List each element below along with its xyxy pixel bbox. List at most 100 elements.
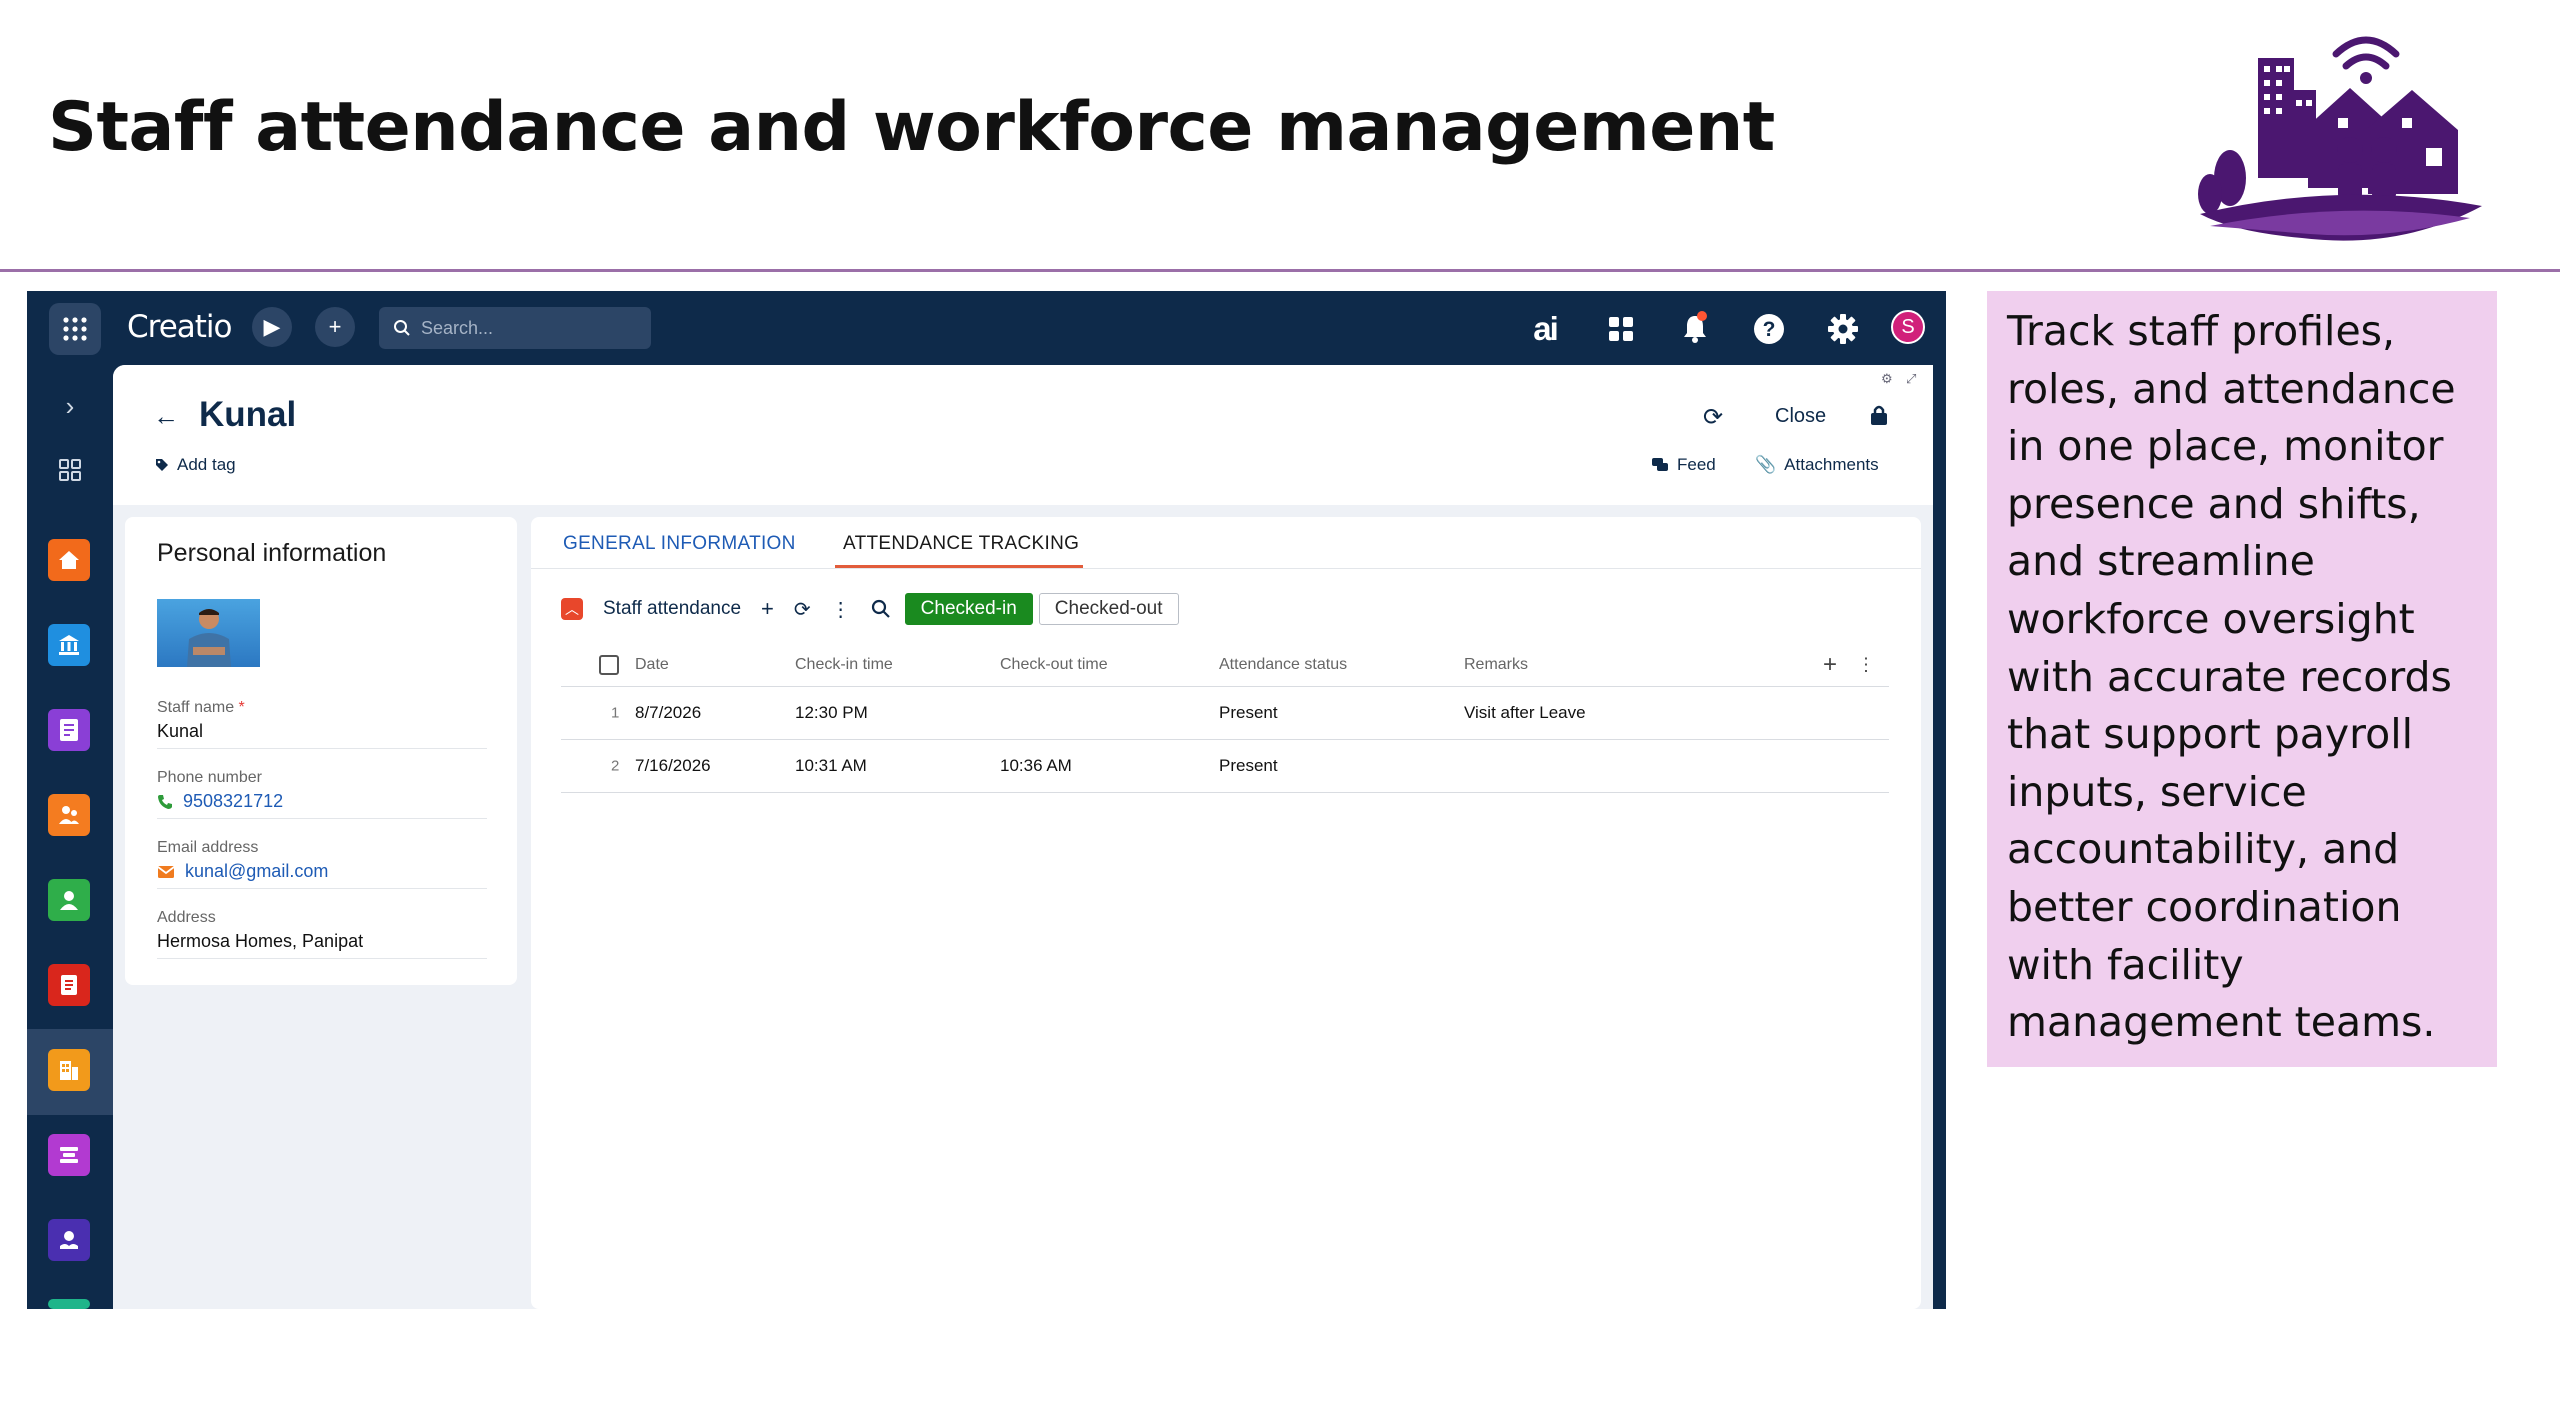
feed-label: Feed — [1677, 455, 1716, 474]
add-tag-button[interactable]: Add tag — [155, 455, 236, 475]
row-number: 1 — [611, 704, 620, 722]
grid-menu-icon[interactable]: ⋮ — [1857, 654, 1875, 675]
nav-documents[interactable] — [48, 964, 90, 1006]
email-icon[interactable] — [157, 865, 175, 879]
cell-status: Present — [1219, 756, 1278, 775]
nav-more[interactable] — [48, 1299, 90, 1309]
phone-field[interactable]: Phone number 9508321712 — [157, 769, 487, 819]
notification-badge — [1697, 311, 1707, 321]
expand-icon[interactable]: ⤢ — [1906, 371, 1916, 387]
staff-name-label: Staff name — [157, 699, 235, 716]
staff-photo-image — [187, 609, 231, 667]
staff-name-field[interactable]: Staff name * Kunal — [157, 699, 487, 749]
chevron-right-icon: › — [65, 390, 75, 421]
table-row[interactable]: 2 7/16/2026 10:31 AM 10:36 AM Present — [561, 740, 1889, 793]
ai-assistant-button[interactable]: ai — [1525, 309, 1565, 349]
main-content: ⚙ ⤢ ← Kunal Add tag ⟳ Close Feed 📎 Attac… — [113, 365, 1933, 1309]
details-card: GENERAL INFORMATION ATTENDANCE TRACKING … — [531, 517, 1921, 1309]
nav-forms[interactable] — [48, 709, 90, 751]
record-title: Kunal — [199, 395, 297, 434]
create-button[interactable]: + — [315, 307, 355, 347]
brand-logo[interactable]: Creatio — [127, 309, 233, 345]
attendance-detail-title: Staff attendance — [603, 598, 742, 619]
select-all-checkbox[interactable] — [599, 654, 619, 675]
tab-attendance-tracking[interactable]: ATTENDANCE TRACKING — [843, 533, 1079, 555]
email-value-wrap: kunal@gmail.com — [157, 861, 487, 882]
help-icon: ? — [1754, 314, 1784, 344]
cell-date: 7/16/2026 — [635, 756, 711, 775]
nav-staff[interactable] — [48, 1049, 90, 1091]
column-check-in-time[interactable]: Check-in time — [795, 656, 893, 674]
personal-info-card: Personal information Staff name * Kunal … — [125, 517, 517, 985]
refresh-icon[interactable]: ⟳ — [1703, 403, 1723, 432]
tag-icon — [156, 459, 168, 471]
attendance-grid: Date Check-in time Check-out time Attend… — [561, 643, 1889, 793]
address-value: Hermosa Homes, Panipat — [157, 931, 364, 951]
column-attendance-status[interactable]: Attendance status — [1219, 656, 1347, 674]
attachments-button[interactable]: 📎 Attachments — [1755, 455, 1879, 475]
back-arrow-icon[interactable]: ← — [153, 401, 179, 432]
run-process-button[interactable]: ▶ — [252, 307, 292, 347]
add-column-icon[interactable]: + — [1823, 651, 1837, 679]
address-label: Address — [157, 909, 216, 926]
column-remarks[interactable]: Remarks — [1464, 656, 1528, 674]
table-row[interactable]: 1 8/7/2026 12:30 PM Present Visit after … — [561, 687, 1889, 740]
gear-icon — [1828, 314, 1858, 344]
description-text: Track staff profiles, roles, and attenda… — [2007, 307, 2456, 1047]
more-actions-icon[interactable]: ⋮ — [831, 597, 851, 622]
feed-button[interactable]: Feed — [1651, 455, 1716, 475]
tiles-icon — [1609, 317, 1633, 341]
play-icon: ▶ — [263, 314, 281, 339]
search-icon — [394, 320, 410, 336]
tab-general-information[interactable]: GENERAL INFORMATION — [563, 533, 796, 555]
checked-in-filter-button[interactable]: Checked-in — [904, 593, 1033, 625]
feed-icon — [1652, 458, 1668, 471]
slide-title: Staff attendance and workforce managemen… — [48, 88, 1775, 167]
cell-check-in: 10:31 AM — [795, 756, 867, 775]
required-marker: * — [238, 699, 245, 716]
nav-services[interactable] — [48, 1219, 90, 1261]
workplace-button[interactable] — [53, 453, 87, 487]
search-detail-icon[interactable] — [871, 599, 891, 619]
header-settings-icon[interactable]: ⚙ — [1881, 371, 1893, 387]
column-check-out-time[interactable]: Check-out time — [1000, 656, 1108, 674]
attachments-label: Attachments — [1784, 455, 1879, 474]
plus-icon: + — [328, 314, 342, 339]
checked-out-filter-button[interactable]: Checked-out — [1038, 593, 1179, 625]
help-button[interactable]: ? — [1749, 309, 1789, 349]
email-field[interactable]: Email address kunal@gmail.com — [157, 839, 487, 889]
nav-home[interactable] — [48, 539, 90, 581]
staff-name-value: Kunal — [157, 721, 204, 741]
expand-nav-button[interactable]: › — [53, 389, 87, 423]
grid-header: Date Check-in time Check-out time Attend… — [561, 643, 1889, 687]
bank-icon — [59, 635, 79, 655]
user-avatar[interactable]: S — [1891, 310, 1925, 344]
nav-layers[interactable] — [48, 1134, 90, 1176]
email-label: Email address — [157, 839, 259, 856]
close-button[interactable]: Close — [1775, 405, 1826, 428]
phone-icon[interactable] — [157, 794, 173, 810]
address-field[interactable]: Address Hermosa Homes, Panipat — [157, 909, 487, 959]
nav-people[interactable] — [48, 794, 90, 836]
global-search-input[interactable]: Search... — [379, 307, 651, 349]
lock-icon[interactable] — [1867, 403, 1891, 427]
nav-bank[interactable] — [48, 624, 90, 666]
contact-icon — [60, 891, 78, 910]
app-window: Creatio ▶ + Search... ai ? S › ⚙ ⤢ ← Kun… — [27, 291, 1946, 1309]
column-date[interactable]: Date — [635, 656, 669, 674]
phone-value[interactable]: 9508321712 — [183, 791, 283, 812]
company-logo — [2198, 36, 2482, 241]
handshake-icon — [60, 1231, 78, 1249]
marketplace-button[interactable] — [1601, 309, 1641, 349]
notifications-button[interactable] — [1675, 309, 1715, 349]
tab-bar: GENERAL INFORMATION ATTENDANCE TRACKING — [531, 517, 1921, 569]
settings-button[interactable] — [1823, 309, 1863, 349]
add-record-button[interactable]: + — [761, 596, 774, 622]
nav-contacts[interactable] — [48, 879, 90, 921]
app-launcher-button[interactable] — [49, 303, 101, 355]
collapse-detail-button[interactable]: ︿ — [561, 598, 583, 620]
refresh-detail-button[interactable]: ⟳ — [794, 597, 811, 622]
staff-photo[interactable] — [157, 599, 260, 667]
description-callout: Track staff profiles, roles, and attenda… — [1987, 291, 2497, 1067]
email-value[interactable]: kunal@gmail.com — [185, 861, 328, 882]
